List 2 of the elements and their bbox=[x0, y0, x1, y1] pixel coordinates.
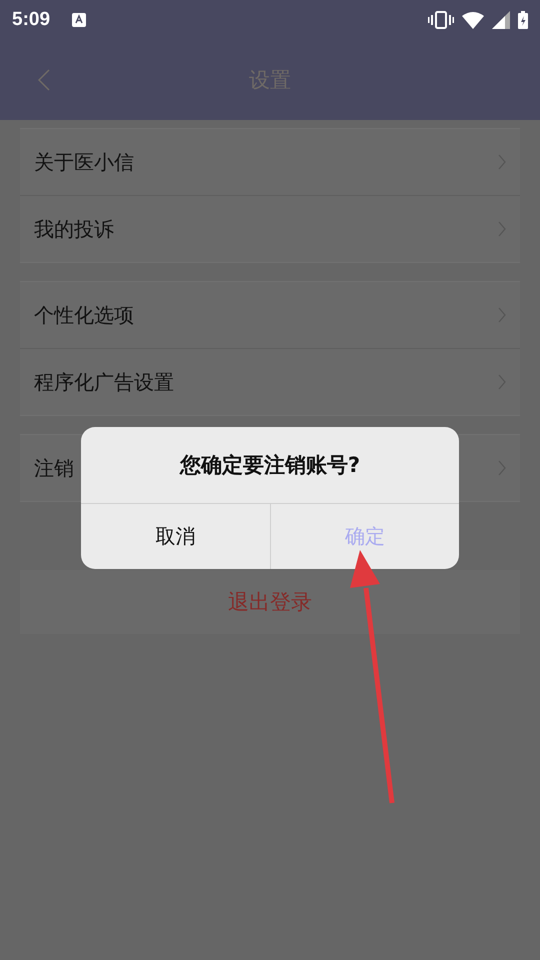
dialog-title: 您确定要注销账号? bbox=[81, 427, 459, 504]
status-time: 5:09 bbox=[12, 9, 50, 31]
